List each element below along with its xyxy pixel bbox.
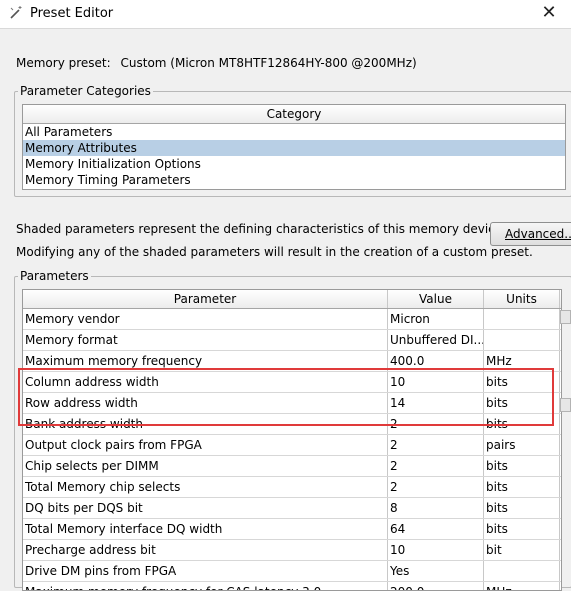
- parameter-units-cell: bits: [484, 477, 560, 497]
- parameter-column-header[interactable]: Parameter: [23, 290, 388, 308]
- memory-preset-row: Memory preset: Custom (Micron MT8HTF1286…: [16, 56, 417, 70]
- advanced-button-label: Advanced...: [505, 227, 571, 241]
- parameter-name-cell: Output clock pairs from FPGA: [23, 435, 388, 455]
- parameter-row[interactable]: Maximum memory frequency for CAS latency…: [23, 582, 561, 590]
- close-button[interactable]: ✕: [527, 0, 571, 28]
- parameter-value-cell[interactable]: 200.0: [388, 582, 484, 590]
- parameter-row[interactable]: Total Memory chip selects 2 bits: [23, 477, 561, 498]
- parameter-name-cell: Total Memory interface DQ width: [23, 519, 388, 539]
- shaded-note-line2: Modifying any of the shaded parameters w…: [16, 245, 533, 259]
- category-column-header[interactable]: Category: [23, 105, 565, 124]
- parameters-legend: Parameters: [18, 269, 91, 283]
- category-item-all-parameters[interactable]: All Parameters: [23, 124, 565, 140]
- scrollbar-fragment[interactable]: [560, 310, 571, 324]
- parameter-row[interactable]: Memory format Unbuffered DI...: [23, 330, 561, 351]
- category-item-memory-attributes[interactable]: Memory Attributes: [23, 140, 565, 156]
- title-bar: Preset Editor ✕: [0, 0, 571, 29]
- parameter-row[interactable]: Precharge address bit 10 bit: [23, 540, 561, 561]
- shaded-note-line1: Shaded parameters represent the defining…: [16, 222, 506, 236]
- parameter-name-cell: Maximum memory frequency for CAS latency…: [23, 582, 388, 590]
- units-column-header[interactable]: Units: [484, 290, 560, 308]
- parameter-value-cell[interactable]: 64: [388, 519, 484, 539]
- parameter-name-cell: Precharge address bit: [23, 540, 388, 560]
- parameter-value-cell[interactable]: 2: [388, 456, 484, 476]
- parameter-value-cell[interactable]: Yes: [388, 561, 484, 581]
- advanced-button[interactable]: Advanced...: [490, 222, 571, 246]
- window-title: Preset Editor: [30, 6, 114, 21]
- parameter-rows: Memory vendor Micron Memory format Unbuffer…: [23, 309, 561, 590]
- parameter-value-cell[interactable]: 2: [388, 477, 484, 497]
- parameter-value-cell[interactable]: 2: [388, 435, 484, 455]
- address-width-highlight: [18, 368, 554, 426]
- parameter-row[interactable]: Memory vendor Micron: [23, 309, 561, 330]
- parameter-units-cell: bits: [484, 456, 560, 476]
- parameter-units-cell: bits: [484, 519, 560, 539]
- parameter-name-cell: Memory format: [23, 330, 388, 350]
- wand-icon: [10, 6, 22, 19]
- parameter-units-cell: bit: [484, 540, 560, 560]
- parameter-units-cell: MHz: [484, 582, 560, 590]
- scrollbar-fragment[interactable]: [560, 398, 571, 412]
- parameter-row[interactable]: Total Memory interface DQ width 64 bits: [23, 519, 561, 540]
- close-icon: ✕: [541, 2, 557, 23]
- parameter-units-cell: [484, 330, 560, 350]
- category-table[interactable]: Category All Parameters Memory Attribute…: [22, 104, 566, 190]
- category-item-memory-timing-parameters[interactable]: Memory Timing Parameters: [23, 172, 565, 188]
- category-item-memory-initialization-options[interactable]: Memory Initialization Options: [23, 156, 565, 172]
- parameter-table: Parameter Value Units Memory vendor Micro…: [22, 289, 562, 591]
- parameter-name-cell: DQ bits per DQS bit: [23, 498, 388, 518]
- parameter-value-cell[interactable]: 8: [388, 498, 484, 518]
- parameter-categories-legend: Parameter Categories: [18, 84, 153, 98]
- parameter-name-cell: Chip selects per DIMM: [23, 456, 388, 476]
- memory-preset-value: Custom (Micron MT8HTF12864HY-800 @200MHz…: [120, 56, 417, 70]
- parameter-name-cell: Total Memory chip selects: [23, 477, 388, 497]
- parameter-row[interactable]: Drive DM pins from FPGA Yes: [23, 561, 561, 582]
- parameter-units-cell: pairs: [484, 435, 560, 455]
- parameter-name-cell: Memory vendor: [23, 309, 388, 329]
- parameter-value-cell[interactable]: Micron: [388, 309, 484, 329]
- value-column-header[interactable]: Value: [388, 290, 484, 308]
- memory-preset-label: Memory preset:: [16, 56, 111, 70]
- parameter-row[interactable]: DQ bits per DQS bit 8 bits: [23, 498, 561, 519]
- parameter-value-cell[interactable]: Unbuffered DI...: [388, 330, 484, 350]
- parameter-units-cell: [484, 309, 560, 329]
- parameter-row[interactable]: Output clock pairs from FPGA 2 pairs: [23, 435, 561, 456]
- parameter-row[interactable]: Chip selects per DIMM 2 bits: [23, 456, 561, 477]
- parameter-units-cell: bits: [484, 498, 560, 518]
- parameter-value-cell[interactable]: 10: [388, 540, 484, 560]
- parameter-table-header: Parameter Value Units: [23, 290, 561, 309]
- parameter-units-cell: [484, 561, 560, 581]
- parameter-name-cell: Drive DM pins from FPGA: [23, 561, 388, 581]
